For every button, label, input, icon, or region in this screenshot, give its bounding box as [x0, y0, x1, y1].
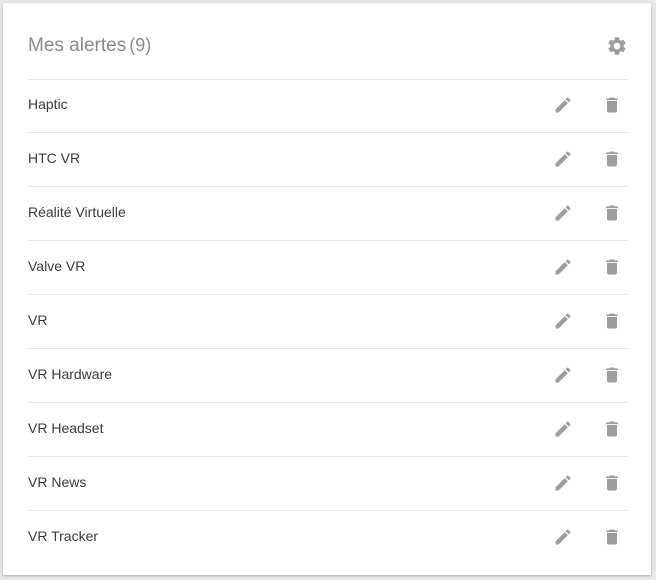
title-text: Mes alertes [28, 35, 127, 56]
delete-alert-button[interactable] [602, 311, 624, 333]
page-title: Mes alertes (9) [28, 35, 151, 57]
trash-icon [606, 205, 618, 221]
delete-alert-button[interactable] [602, 365, 624, 387]
alert-row: VR News [28, 457, 628, 511]
gear-icon [608, 37, 626, 55]
alert-label[interactable]: VR Headset [28, 420, 103, 436]
trash-icon [606, 151, 618, 167]
edit-alert-button[interactable] [553, 473, 575, 495]
pencil-icon [555, 313, 571, 329]
edit-alert-button[interactable] [553, 527, 575, 549]
alert-row: Réalité Virtuelle [28, 187, 628, 241]
alert-row: Haptic [28, 79, 628, 133]
settings-button[interactable] [606, 35, 628, 57]
trash-icon [606, 313, 618, 329]
alert-list: Haptic HTC VR Réalité Virtuelle Valve VR VR V… [28, 79, 628, 564]
delete-alert-button[interactable] [602, 203, 624, 225]
alert-label[interactable]: VR News [28, 474, 86, 490]
pencil-icon [555, 475, 571, 491]
trash-icon [606, 97, 618, 113]
trash-icon [606, 259, 618, 275]
alert-row: HTC VR [28, 133, 628, 187]
edit-alert-button[interactable] [553, 365, 575, 387]
delete-alert-button[interactable] [602, 527, 624, 549]
alert-row: VR Headset [28, 403, 628, 457]
alert-label[interactable]: VR Hardware [28, 366, 112, 382]
pencil-icon [555, 529, 571, 545]
alert-label[interactable]: HTC VR [28, 150, 80, 166]
alert-label[interactable]: Haptic [28, 96, 68, 112]
trash-icon [606, 475, 618, 491]
alerts-header: Mes alertes (9) [28, 3, 628, 80]
edit-alert-button[interactable] [553, 311, 575, 333]
trash-icon [606, 421, 618, 437]
pencil-icon [555, 97, 571, 113]
alert-row: VR [28, 295, 628, 349]
alert-count: (9) [129, 35, 152, 55]
pencil-icon [555, 259, 571, 275]
alert-label[interactable]: Réalité Virtuelle [28, 204, 126, 220]
delete-alert-button[interactable] [602, 257, 624, 279]
delete-alert-button[interactable] [602, 149, 624, 171]
alert-label[interactable]: Valve VR [28, 258, 85, 274]
trash-icon [606, 367, 618, 383]
alerts-card: Mes alertes (9) Haptic HTC VR Réalité Virtu… [3, 3, 651, 575]
pencil-icon [555, 421, 571, 437]
delete-alert-button[interactable] [602, 473, 624, 495]
pencil-icon [555, 205, 571, 221]
alert-row: Valve VR [28, 241, 628, 295]
delete-alert-button[interactable] [602, 419, 624, 441]
alert-row: VR Hardware [28, 349, 628, 403]
pencil-icon [555, 367, 571, 383]
edit-alert-button[interactable] [553, 95, 575, 117]
alert-row: VR Tracker [28, 511, 628, 564]
edit-alert-button[interactable] [553, 257, 575, 279]
edit-alert-button[interactable] [553, 419, 575, 441]
edit-alert-button[interactable] [553, 203, 575, 225]
delete-alert-button[interactable] [602, 95, 624, 117]
pencil-icon [555, 151, 571, 167]
trash-icon [606, 529, 618, 545]
alert-label[interactable]: VR Tracker [28, 528, 98, 544]
edit-alert-button[interactable] [553, 149, 575, 171]
alert-label[interactable]: VR [28, 312, 47, 328]
